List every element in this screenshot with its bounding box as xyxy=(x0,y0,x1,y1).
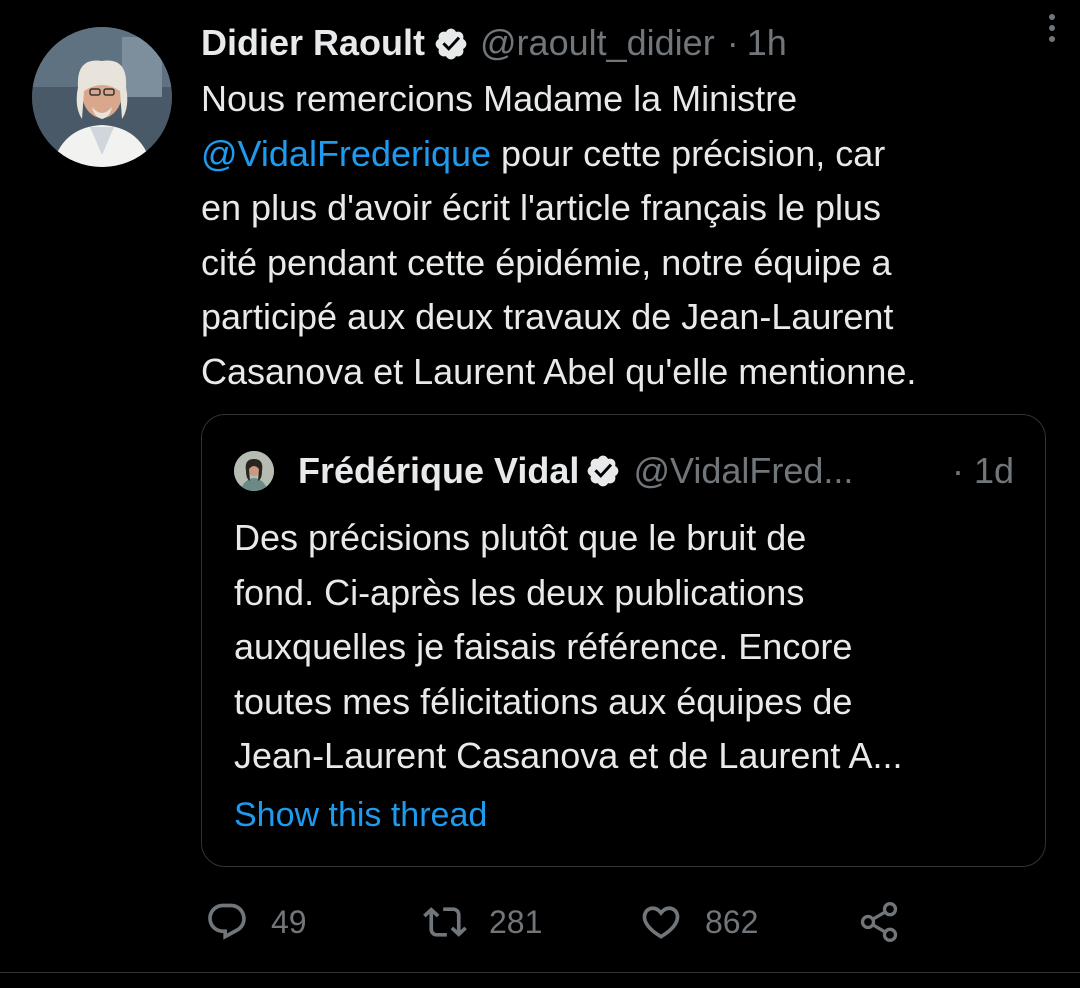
like-count: 862 xyxy=(705,903,759,940)
reply-icon xyxy=(208,903,246,940)
more-vertical-icon[interactable] xyxy=(1042,8,1062,48)
heart-icon xyxy=(642,906,680,939)
tweet-actions: 49 281 862 xyxy=(205,896,925,948)
tweet-content: Didier Raoult @raoult_didier · 1h Nous r… xyxy=(201,18,1061,399)
retweet-button[interactable]: 281 xyxy=(423,896,542,948)
retweet-icon xyxy=(423,907,467,937)
author-handle[interactable]: @raoult_didier xyxy=(480,18,715,68)
quoted-tweet-header: Frédérique Vidal @VidalFred... · 1d xyxy=(234,446,1014,496)
verified-badge-icon xyxy=(585,453,621,489)
tweet-divider xyxy=(0,972,1080,973)
quoted-tweet-card[interactable]: Frédérique Vidal @VidalFred... · 1d Des … xyxy=(201,414,1046,867)
tweet[interactable]: Didier Raoult @raoult_didier · 1h Nous r… xyxy=(0,0,1080,988)
mention-link[interactable]: @VidalFrederique xyxy=(201,133,491,174)
tweet-timestamp[interactable]: 1h xyxy=(747,18,787,68)
retweet-count: 281 xyxy=(489,903,543,940)
tweet-text: Nous remercions Madame la Ministre @Vida… xyxy=(201,72,1061,399)
author-display-name[interactable]: Didier Raoult xyxy=(201,18,425,68)
tweet-text-part: Nous remercions Madame la Ministre xyxy=(201,78,798,119)
reply-count: 49 xyxy=(271,903,307,940)
tweet-header: Didier Raoult @raoult_didier · 1h xyxy=(201,18,1061,68)
reply-button[interactable]: 49 xyxy=(205,896,307,948)
quoted-tweet-timestamp: · 1d xyxy=(951,450,1014,491)
quoted-tweet-text: Des précisions plutôt que le bruit de fo… xyxy=(234,517,903,776)
author-avatar[interactable] xyxy=(32,27,172,167)
quoted-author-handle: @VidalFred... xyxy=(633,450,854,491)
share-button[interactable] xyxy=(857,896,923,948)
share-icon xyxy=(860,902,898,942)
verified-badge-icon xyxy=(433,25,469,61)
like-button[interactable]: 862 xyxy=(639,896,758,948)
quoted-author-avatar xyxy=(234,451,274,491)
quoted-author-display-name: Frédérique Vidal xyxy=(298,450,580,491)
show-thread-link[interactable]: Show this thread xyxy=(234,790,487,840)
header-separator: · xyxy=(726,22,739,63)
